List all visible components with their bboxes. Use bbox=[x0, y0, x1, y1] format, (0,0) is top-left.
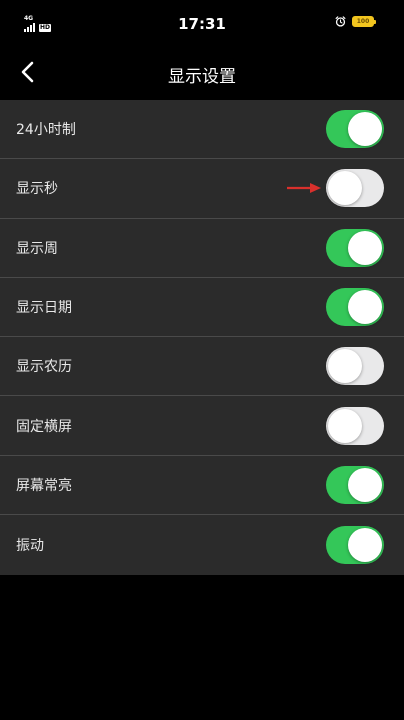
setting-label: 振动 bbox=[16, 537, 44, 554]
toggle-switch[interactable] bbox=[326, 288, 384, 327]
toggle-switch[interactable] bbox=[326, 406, 384, 445]
setting-row: 显示日期 bbox=[0, 278, 404, 338]
toggle-switch[interactable] bbox=[326, 228, 384, 267]
setting-row: 显示秒 bbox=[0, 159, 404, 219]
toggle-knob bbox=[328, 408, 362, 443]
toggle-switch[interactable] bbox=[326, 465, 384, 504]
setting-row: 显示农历 bbox=[0, 337, 404, 397]
setting-label: 固定横屏 bbox=[16, 418, 72, 435]
setting-row: 24小时制 bbox=[0, 100, 404, 160]
toggle-switch[interactable] bbox=[326, 525, 384, 564]
page-title: 显示设置 bbox=[168, 67, 236, 87]
toggle-switch[interactable] bbox=[326, 169, 384, 208]
toggle-knob bbox=[348, 290, 382, 325]
battery-icon: 100 bbox=[352, 16, 376, 27]
settings-list: 24小时制显示秒显示周显示日期显示农历固定横屏屏幕常亮振动 bbox=[0, 100, 404, 575]
toggle-knob bbox=[348, 467, 382, 502]
setting-label: 显示周 bbox=[16, 240, 58, 257]
toggle-knob bbox=[348, 230, 382, 265]
status-bar: 4G HD 17:31 100 bbox=[0, 0, 404, 50]
toggle-knob bbox=[348, 112, 382, 147]
setting-label: 显示日期 bbox=[16, 300, 72, 317]
toggle-knob bbox=[328, 349, 362, 384]
status-right: 100 bbox=[335, 16, 376, 27]
red-arrow-icon bbox=[287, 183, 321, 194]
setting-label: 显示农历 bbox=[16, 359, 72, 376]
setting-label: 显示秒 bbox=[16, 181, 58, 198]
setting-label: 屏幕常亮 bbox=[16, 477, 72, 494]
toggle-switch[interactable] bbox=[326, 347, 384, 386]
setting-row: 屏幕常亮 bbox=[0, 456, 404, 516]
setting-row: 显示周 bbox=[0, 219, 404, 278]
toggle-knob bbox=[348, 527, 382, 562]
setting-label: 24小时制 bbox=[16, 122, 76, 139]
alarm-clock-icon bbox=[335, 16, 346, 27]
battery-level: 100 bbox=[356, 17, 370, 25]
setting-row: 固定横屏 bbox=[0, 396, 404, 456]
nav-bar: 显示设置 bbox=[0, 50, 404, 98]
toggle-switch[interactable] bbox=[326, 110, 384, 149]
toggle-knob bbox=[328, 171, 362, 206]
screen: 4G HD 17:31 100 显示设置 24小时制显示秒显示周显示日期显示农历… bbox=[0, 0, 404, 720]
setting-row: 振动 bbox=[0, 515, 404, 574]
